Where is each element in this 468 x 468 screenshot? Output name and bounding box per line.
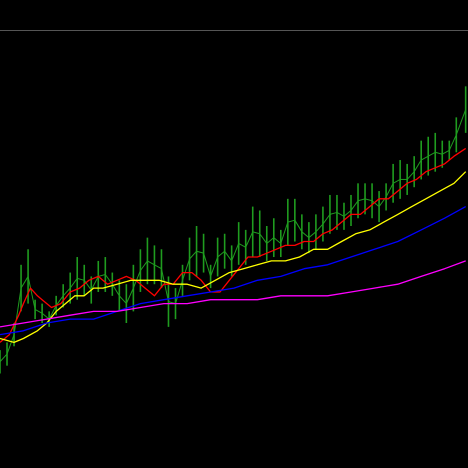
price-connector [210,256,219,277]
price-connector [259,233,268,244]
price-connector [413,159,422,172]
price-connector [203,253,212,277]
price-connector [406,171,415,180]
price-connector [357,198,366,202]
price-connector [448,134,457,151]
price-connector [34,308,43,314]
price-connector [315,223,324,233]
price-connector [273,237,282,244]
price-connector [442,149,450,155]
price-connector [238,243,246,248]
price-connector [154,264,162,270]
price-connector [301,231,310,239]
price-connector [147,260,155,266]
price-connector [139,260,148,271]
price-connector [189,250,197,260]
price-connector [455,109,467,135]
price-connector [329,211,338,215]
moving-average-lines [0,147,467,344]
price-connector [427,151,436,157]
price-connector [294,219,303,233]
price-connector [350,200,359,211]
price-connector [336,211,345,217]
ma-line-1 [0,147,467,343]
price-connector [6,334,15,355]
price-connector [231,243,240,262]
price-connector [224,250,233,262]
price-bars [0,86,467,374]
price-connector [266,237,275,244]
price-connector [420,155,429,161]
price-connector [196,250,204,254]
price-chart [0,30,468,374]
price-connector [77,277,85,281]
price-connector [435,151,443,155]
price-connector [392,179,401,184]
price-connector [62,287,71,297]
price-connector [245,231,254,248]
price-connector [322,214,331,225]
price-connector [385,183,394,198]
price-connector [217,250,225,258]
chart-area [0,0,468,468]
price-connector [280,221,289,244]
price-connector [118,295,127,304]
price-connector [20,276,29,289]
price-connector [308,231,317,239]
price-connector [125,287,134,304]
price-connector [0,353,8,363]
price-connector [111,283,120,297]
price-connector [287,219,295,223]
price-connector [98,274,106,277]
price-connector [364,198,373,202]
price-connector [252,231,260,235]
price-connector [182,258,191,281]
price-connector [69,278,78,289]
